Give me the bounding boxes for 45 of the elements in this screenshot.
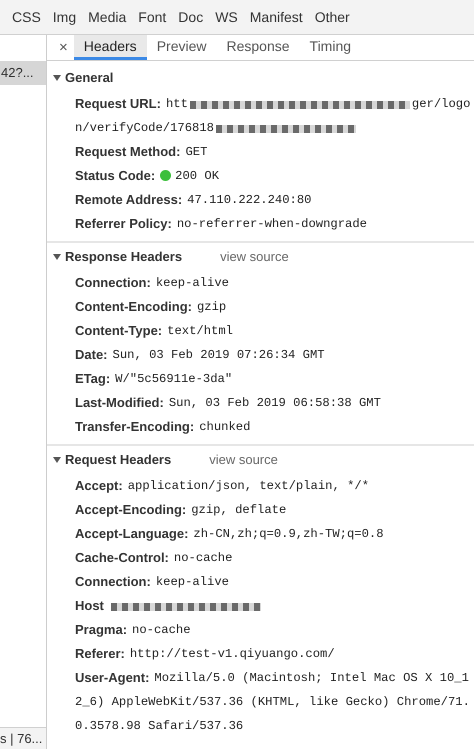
- header-row-text: Content-Type: text/html: [75, 322, 234, 340]
- header-value: htt: [166, 97, 188, 111]
- filter-button[interactable]: CSS: [12, 6, 41, 28]
- tab[interactable]: Timing: [300, 35, 362, 60]
- header-row-text: Accept-Encoding: gzip, deflate: [75, 501, 288, 519]
- header-row-text: ETag: W/"5c56911e-3da": [75, 370, 234, 388]
- header-row-text: Transfer-Encoding: chunked: [75, 418, 252, 436]
- header-row-text: Remote Address: 47.110.222.240:80: [75, 191, 312, 209]
- section-toggle[interactable]: Response Headers: [53, 247, 182, 267]
- section-toggle[interactable]: Request Headers: [53, 450, 172, 470]
- status-summary: s | 76...: [0, 727, 46, 749]
- header-row-text: Date: Sun, 03 Feb 2019 07:26:34 GMT: [75, 346, 326, 364]
- tab[interactable]: Response: [216, 35, 300, 60]
- header-name: Request URL:: [75, 96, 161, 111]
- header-row-text: Content-Encoding: gzip: [75, 298, 228, 316]
- header-row-text: Pragma: no-cache: [75, 621, 192, 639]
- header-value: ger/logo: [412, 97, 470, 111]
- view-source-link[interactable]: view source: [209, 450, 278, 470]
- header-row-text: Connection: keep-alive: [75, 573, 230, 591]
- filter-button[interactable]: Font: [138, 6, 166, 28]
- tab[interactable]: Preview: [146, 35, 216, 60]
- request-item[interactable]: 42?...: [0, 61, 46, 85]
- header-value: n/verifyCode/176818: [75, 121, 214, 135]
- header-row-text: Last-Modified: Sun, 03 Feb 2019 06:58:38 GMT: [75, 394, 382, 412]
- header-name: Status Code:: [75, 168, 156, 183]
- header-row-text: Cache-Control: no-cache: [75, 549, 234, 567]
- filter-button[interactable]: Img: [52, 6, 76, 28]
- filter-button[interactable]: WS: [215, 6, 238, 28]
- header-row-text: Request Method: GET: [75, 143, 208, 161]
- section-toggle[interactable]: General: [53, 68, 114, 88]
- header-value: 200 OK: [175, 169, 220, 183]
- filter-button[interactable]: Media: [88, 6, 126, 28]
- filter-button[interactable]: Doc: [178, 6, 204, 28]
- header-row-text: Connection: keep-alive: [75, 274, 230, 292]
- header-row-text: Referrer Policy: no-referrer-when-downgrade: [75, 215, 368, 233]
- header-name: Host: [75, 598, 104, 613]
- header-row-text: Accept: application/json, text/plain, */*: [75, 477, 370, 495]
- header-row-text: Referer: http://test-v1.qiyuango.com/: [75, 645, 336, 663]
- filter-button[interactable]: Manifest: [250, 6, 303, 28]
- tab[interactable]: Headers: [74, 35, 147, 60]
- close-button[interactable]: ×: [53, 35, 74, 60]
- filter-button[interactable]: Other: [314, 6, 350, 28]
- header-row-text: Accept-Language: zh-CN,zh;q=0.9,zh-TW;q=0.8: [75, 525, 385, 543]
- view-source-link[interactable]: view source: [220, 247, 289, 267]
- header-row-text: User-Agent: Mozilla/5.0 (Macintosh; Intel Mac OS X 10_12_6) AppleWebKit/537.36 (KHTML, like Gecko) Chrome/71.0.3578.98 Safari/537.36: [75, 669, 471, 735]
